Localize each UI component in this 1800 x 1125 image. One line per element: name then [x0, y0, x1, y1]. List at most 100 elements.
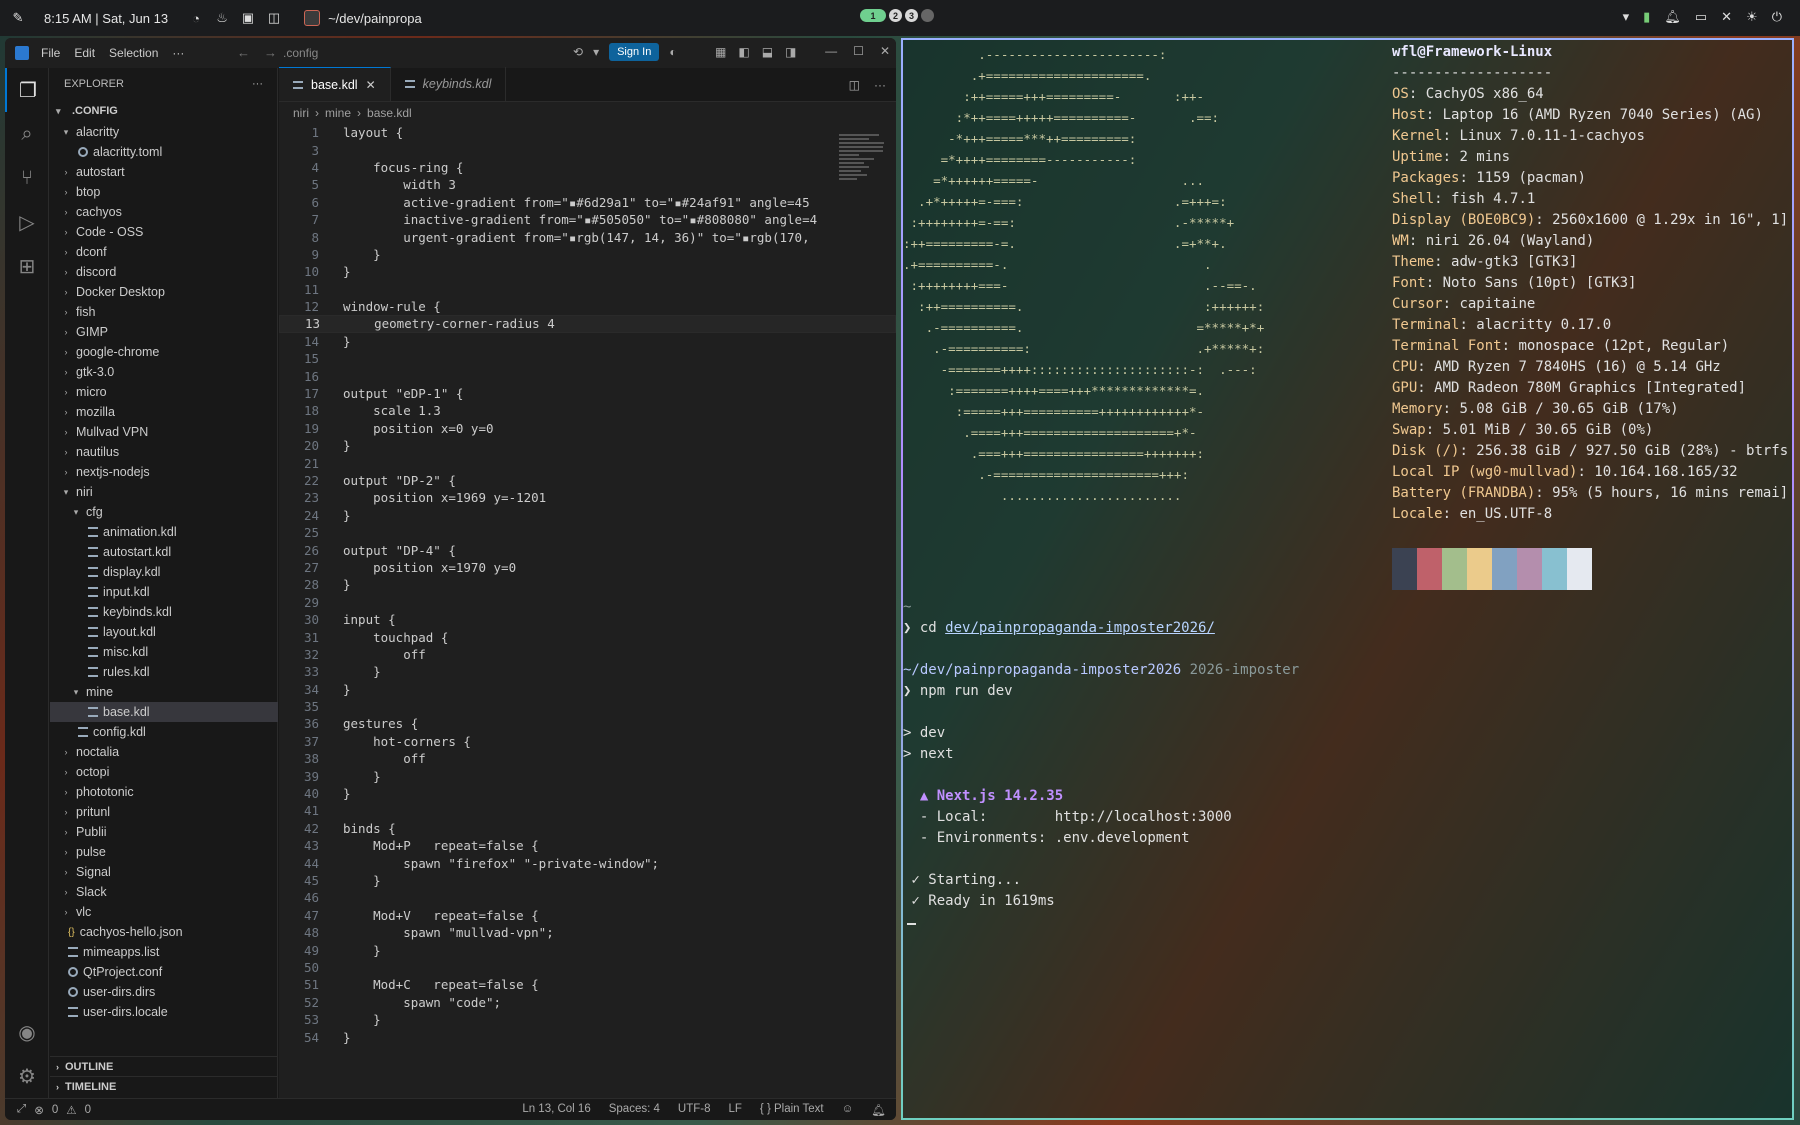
- code-line[interactable]: 15: [279, 350, 896, 367]
- code-line[interactable]: 4 focus-ring {: [279, 159, 896, 176]
- code-line[interactable]: 23 position x=1969 y=-1201: [279, 489, 896, 506]
- split-editor-icon[interactable]: ◫: [849, 78, 860, 92]
- minimize-icon[interactable]: —: [825, 44, 837, 58]
- search-icon[interactable]: ⌕: [5, 112, 49, 156]
- bell-icon[interactable]: 🔔︎: [1664, 9, 1681, 25]
- menu-edit[interactable]: Edit: [74, 46, 95, 60]
- cpu-icon[interactable]: ▣: [240, 10, 256, 26]
- code-line[interactable]: 5 width 3: [279, 176, 896, 193]
- tree-item[interactable]: › btop: [50, 182, 278, 202]
- tree-item[interactable]: config.kdl: [50, 722, 278, 742]
- breadcrumb-file[interactable]: base.kdl: [367, 106, 412, 120]
- cd-path[interactable]: dev/painpropaganda-imposter2026/: [945, 620, 1215, 636]
- tree-item[interactable]: › autostart: [50, 162, 278, 182]
- tree-item[interactable]: ▾ alacritty: [50, 122, 278, 142]
- code-view[interactable]: 1 layout {3 4 focus-ring {5 width 36 activ…: [279, 124, 896, 1046]
- code-line[interactable]: 36 gestures {: [279, 715, 896, 732]
- code-line[interactable]: 53 }: [279, 1011, 896, 1028]
- tab-keybinds-kdl[interactable]: keybinds.kdl: [391, 67, 507, 101]
- tree-item[interactable]: user-dirs.dirs: [50, 982, 278, 1002]
- minimap[interactable]: [839, 134, 889, 224]
- tree-item[interactable]: › cachyos: [50, 202, 278, 222]
- workspace-1[interactable]: 1: [860, 9, 886, 22]
- code-line[interactable]: 40}: [279, 785, 896, 802]
- language-mode[interactable]: { } Plain Text: [760, 1103, 824, 1117]
- gauge-icon[interactable]: ◔: [188, 10, 204, 26]
- close-tab-icon[interactable]: ✕: [366, 78, 376, 92]
- tree-item[interactable]: QtProject.conf: [50, 962, 278, 982]
- code-line[interactable]: 12 window-rule {: [279, 298, 896, 315]
- code-line[interactable]: 46: [279, 889, 896, 906]
- remote-icon[interactable]: ⤢: [17, 1103, 26, 1116]
- command-center[interactable]: .config: [283, 46, 318, 60]
- tree-item[interactable]: › nextjs-nodejs: [50, 462, 278, 482]
- terminal-line[interactable]: - Local: http://localhost:3000: [903, 807, 1792, 828]
- code-line[interactable]: 18 scale 1.3: [279, 402, 896, 419]
- forward-arrow-icon[interactable]: →: [264, 45, 277, 60]
- code-line[interactable]: 38 off: [279, 750, 896, 767]
- tree-item[interactable]: › Slack: [50, 882, 278, 902]
- tree-item[interactable]: autostart.kdl: [50, 542, 278, 562]
- tree-item[interactable]: misc.kdl: [50, 642, 278, 662]
- clock[interactable]: 8:15 AM | Sat, Jun 13: [44, 11, 168, 26]
- menu-selection[interactable]: Selection: [109, 46, 158, 60]
- workspace-root[interactable]: ▾ .CONFIG: [50, 100, 277, 122]
- tree-item[interactable]: › mozilla: [50, 402, 278, 422]
- code-line[interactable]: 37 hot-corners {: [279, 733, 896, 750]
- tree-item[interactable]: ▾ cfg: [50, 502, 278, 522]
- tree-item[interactable]: › fish: [50, 302, 278, 322]
- code-line[interactable]: 17 output "eDP-1" {: [279, 385, 896, 402]
- code-line[interactable]: 8 urgent-gradient from="▪rgb(147, 14, 36…: [279, 228, 896, 245]
- tree-item[interactable]: layout.kdl: [50, 622, 278, 642]
- tree-item[interactable]: animation.kdl: [50, 522, 278, 542]
- code-line[interactable]: 50: [279, 959, 896, 976]
- breadcrumb-mine[interactable]: mine: [325, 106, 351, 120]
- menu-file[interactable]: File: [41, 46, 60, 60]
- code-line[interactable]: 44 spawn "firefox" "-private-window";: [279, 854, 896, 871]
- workspace-2[interactable]: 2: [889, 9, 902, 22]
- flame-icon[interactable]: ♨: [214, 10, 230, 26]
- accounts-icon[interactable]: ◐: [669, 45, 676, 59]
- code-line[interactable]: 24}: [279, 507, 896, 524]
- tree-item[interactable]: rules.kdl: [50, 662, 278, 682]
- code-line[interactable]: 7 inactive-gradient from="▪#505050" to="…: [279, 211, 896, 228]
- run-debug-icon[interactable]: ▷: [5, 200, 49, 244]
- tree-item[interactable]: › pritunl: [50, 802, 278, 822]
- tree-item[interactable]: › discord: [50, 262, 278, 282]
- code-line[interactable]: 45 }: [279, 872, 896, 889]
- code-line[interactable]: 28}: [279, 576, 896, 593]
- code-line[interactable]: 32 off: [279, 646, 896, 663]
- tree-item[interactable]: › micro: [50, 382, 278, 402]
- errors-icon[interactable]: ⊗: [34, 1103, 44, 1117]
- tree-item[interactable]: › noctalia: [50, 742, 278, 762]
- tree-item[interactable]: › Docker Desktop: [50, 282, 278, 302]
- battery-icon[interactable]: ▭: [1695, 9, 1707, 25]
- tree-item[interactable]: › Signal: [50, 862, 278, 882]
- code-line[interactable]: 29: [279, 594, 896, 611]
- code-line[interactable]: 34}: [279, 681, 896, 698]
- timeline-section[interactable]: › TIMELINE: [50, 1076, 278, 1096]
- tree-item[interactable]: › gtk-3.0: [50, 362, 278, 382]
- tree-item[interactable]: › Mullvad VPN: [50, 422, 278, 442]
- code-line[interactable]: 21: [279, 454, 896, 471]
- code-line[interactable]: 6 active-gradient from="▪#6d29a1" to="▪#…: [279, 194, 896, 211]
- tree-item[interactable]: › google-chrome: [50, 342, 278, 362]
- tree-item[interactable]: keybinds.kdl: [50, 602, 278, 622]
- tree-item[interactable]: › phototonic: [50, 782, 278, 802]
- code-line[interactable]: 51 Mod+C repeat=false {: [279, 976, 896, 993]
- copilot-status-icon[interactable]: ☺: [842, 1103, 854, 1117]
- tree-item[interactable]: › octopi: [50, 762, 278, 782]
- warning-icon[interactable]: ⚠: [66, 1103, 76, 1117]
- code-line[interactable]: 47 Mod+V repeat=false {: [279, 907, 896, 924]
- toggle-panel-icon[interactable]: ⬓: [762, 45, 773, 59]
- more-actions-icon[interactable]: ···: [874, 78, 886, 92]
- copilot-icon[interactable]: ⟲: [573, 45, 583, 59]
- code-line[interactable]: 41: [279, 802, 896, 819]
- power-icon[interactable]: ⏻: [1772, 9, 1782, 25]
- sign-in-button[interactable]: Sign In: [609, 43, 660, 61]
- code-line[interactable]: 10}: [279, 263, 896, 280]
- breadcrumb-niri[interactable]: niri: [293, 106, 309, 120]
- toggle-secondary-sidebar-icon[interactable]: ◨: [785, 45, 796, 59]
- notifications-bell-icon[interactable]: 🔔︎: [871, 1103, 886, 1117]
- tray-chevron-icon[interactable]: ▾: [1623, 9, 1630, 25]
